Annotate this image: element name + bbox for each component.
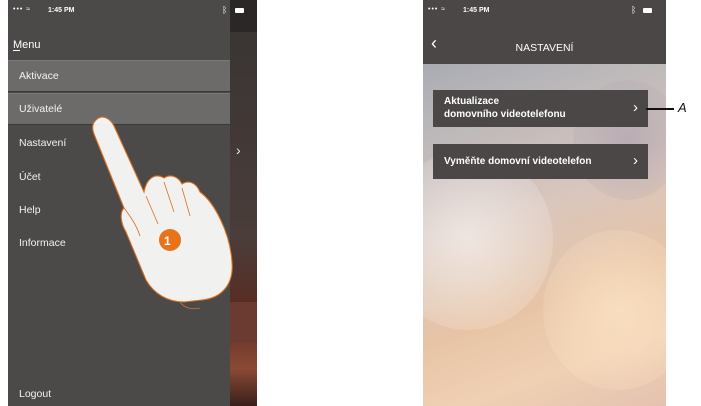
signal-wifi-icon: ••• ≈ [13, 6, 32, 13]
menu-item-aktivace[interactable]: Aktivace [8, 60, 230, 92]
menu-item-label: Účet [19, 171, 41, 183]
right-phone-screen: ••• ≈ 1:45 PM ᛒ ‹ NASTAVENÍ Aktualizace … [423, 0, 666, 406]
battery-icon [235, 8, 244, 13]
page-title: NASTAVENÍ [515, 42, 574, 54]
update-videophone-button[interactable]: Aktualizace domovního videotelefonu › [433, 90, 648, 127]
settings-header: ••• ≈ 1:45 PM ᛒ ‹ NASTAVENÍ [423, 0, 666, 64]
status-bar: ••• ≈ 1:45 PM ᛒ [423, 0, 666, 22]
bluetooth-icon: ᛒ [631, 5, 637, 15]
logout-button[interactable]: Logout [19, 388, 51, 400]
menu-item-label: Aktivace [19, 70, 59, 82]
status-time: 1:45 PM [48, 7, 75, 14]
chevron-right-icon: › [633, 152, 638, 169]
chevron-right-icon: › [633, 99, 638, 116]
menu-title-underline [13, 50, 20, 51]
menu-item-label: Nastavení [19, 137, 67, 149]
status-time: 1:45 PM [463, 7, 490, 14]
battery-icon [643, 8, 652, 13]
status-bar: ••• ≈ 1:45 PM ᛒ [8, 0, 257, 22]
background-blur [543, 230, 666, 390]
left-phone-screen: › Menu Aktivace Uživatelé Nastavení Účet… [8, 0, 257, 406]
bluetooth-icon: ᛒ [222, 5, 228, 15]
menu-item-label: Uživatelé [19, 103, 63, 115]
replace-videophone-button[interactable]: Vyměňte domovní videotelefon › [433, 144, 648, 179]
pointing-hand-illustration [92, 116, 233, 310]
signal-wifi-icon: ••• ≈ [428, 6, 447, 13]
callout-line [646, 108, 674, 110]
callout-label: A [678, 100, 687, 115]
menu-item-label: Help [19, 204, 41, 216]
menu-item-label: Informace [19, 237, 66, 249]
step-number-badge: 1 [164, 234, 171, 248]
button-label-line1: Aktualizace [444, 96, 500, 107]
menu-header: Menu [8, 32, 230, 58]
button-label: Vyměňte domovní videotelefon [444, 156, 592, 167]
button-label-line2: domovního videotelefonu [444, 109, 566, 120]
